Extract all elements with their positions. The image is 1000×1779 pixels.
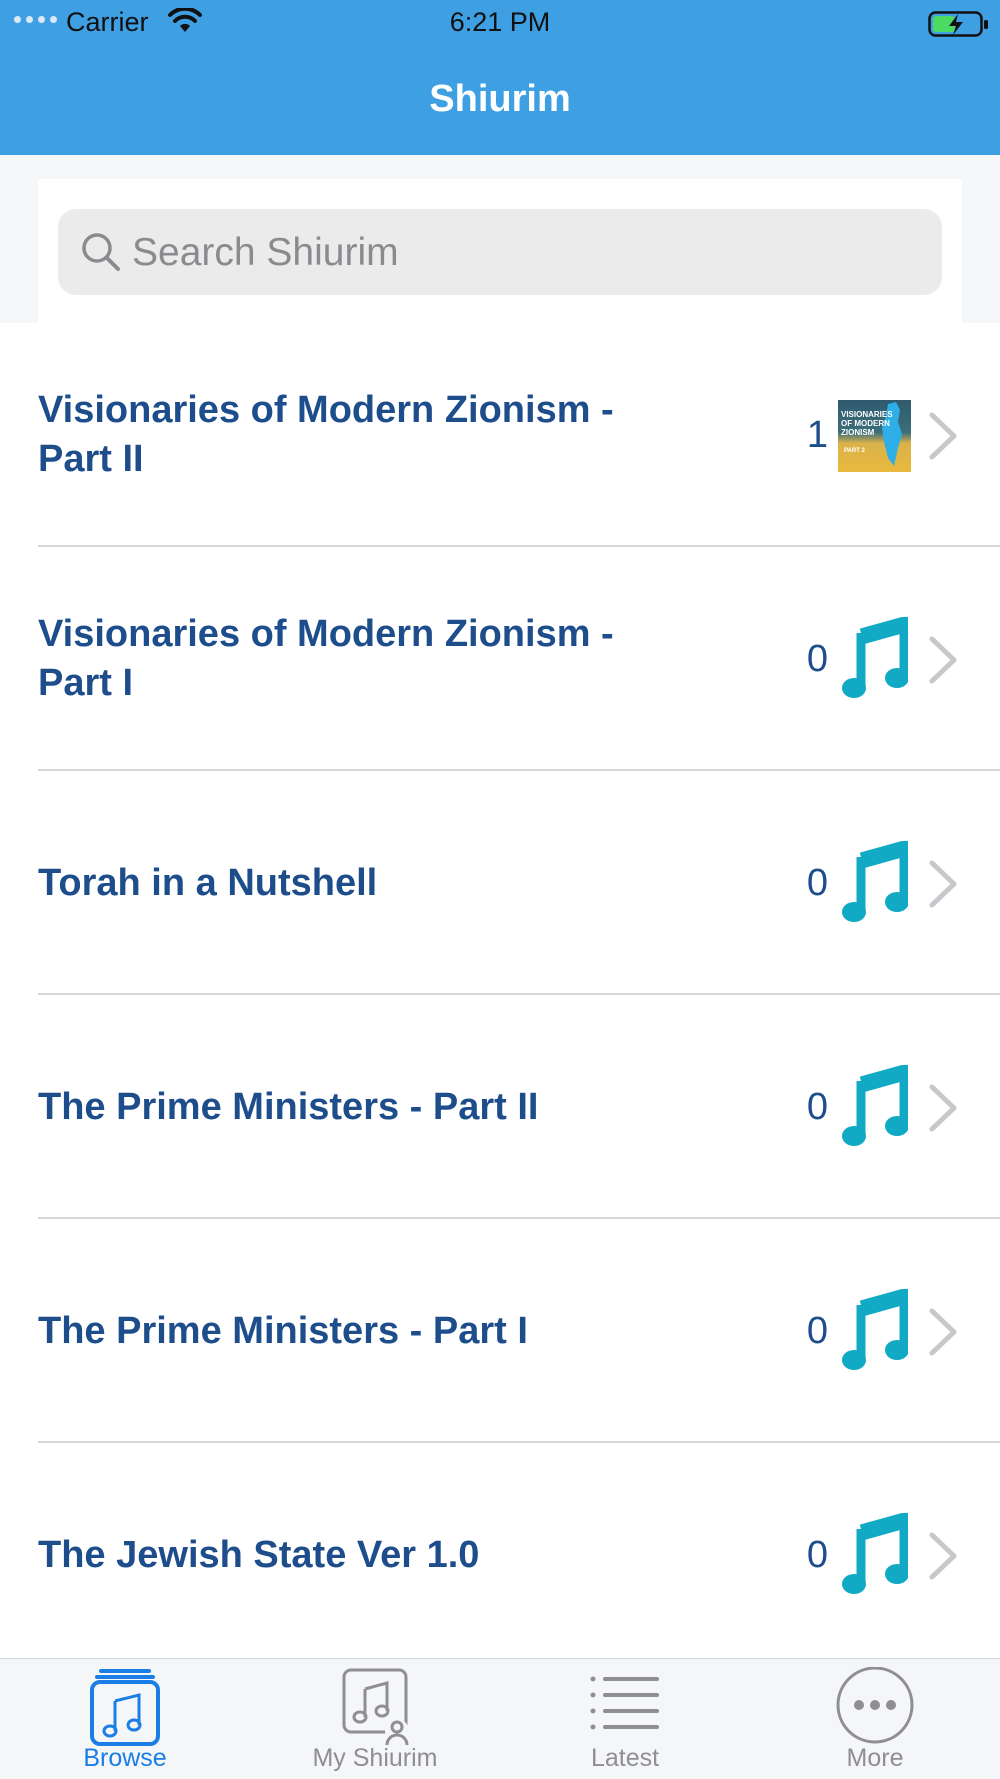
music-note-icon xyxy=(842,841,908,922)
music-note-icon xyxy=(842,1513,908,1594)
music-note-icon xyxy=(842,1289,908,1370)
search-icon xyxy=(82,233,120,271)
search-section xyxy=(0,155,1000,323)
list-item[interactable]: Visionaries of Modern Zionism - Part II … xyxy=(0,323,1000,547)
list-item-title: Torah in a Nutshell xyxy=(38,861,378,904)
shiurim-list: Visionaries of Modern Zionism - Part II … xyxy=(0,323,1000,1667)
tab-browse[interactable]: Browse xyxy=(0,1659,250,1779)
tab-my-shiurim[interactable]: My Shiurim xyxy=(250,1659,500,1779)
list-item[interactable]: Visionaries of Modern Zionism - Part I 0 xyxy=(0,547,1000,771)
search-input[interactable] xyxy=(130,209,914,297)
thumbnail-text-2: OF MODERN xyxy=(841,419,890,428)
list-item-count: 0 xyxy=(806,1085,828,1128)
battery-charging-icon xyxy=(928,11,988,37)
more-icon xyxy=(836,1667,914,1744)
status-bar: Carrier 6:21 PM xyxy=(0,0,1000,48)
music-note-icon xyxy=(842,1065,908,1146)
series-thumbnail-image: VISIONARIES OF MODERN ZIONISM PART 2 xyxy=(838,400,911,472)
tab-label: More xyxy=(846,1744,904,1772)
music-note-icon xyxy=(842,617,908,698)
list-item-count: 0 xyxy=(806,1309,828,1352)
chevron-right-icon xyxy=(929,1532,957,1580)
tab-latest[interactable]: Latest xyxy=(500,1659,750,1779)
tab-label: My Shiurim xyxy=(312,1744,438,1772)
list-item-count: 0 xyxy=(806,1533,828,1576)
chevron-right-icon xyxy=(929,1308,957,1356)
list-item[interactable]: The Prime Ministers - Part I 0 xyxy=(0,1219,1000,1443)
tab-label: Latest xyxy=(590,1744,660,1772)
music-box-icon xyxy=(90,1669,160,1746)
tab-more[interactable]: More xyxy=(750,1659,1000,1779)
tab-label: Browse xyxy=(83,1744,167,1772)
list-item[interactable]: The Jewish State Ver 1.0 0 xyxy=(0,1443,1000,1667)
chevron-right-icon xyxy=(929,412,957,460)
thumbnail-text-1: VISIONARIES xyxy=(841,410,893,419)
list-item-title: The Prime Ministers - Part II xyxy=(38,1085,539,1128)
list-icon xyxy=(590,1676,659,1730)
search-container xyxy=(38,179,962,323)
status-time: 6:21 PM xyxy=(449,7,551,37)
search-bar[interactable] xyxy=(58,209,942,297)
list-item-title: Visionaries of Modern Zionism - Part I xyxy=(38,613,614,704)
my-music-icon xyxy=(342,1668,409,1746)
tab-bar: Browse My Shiurim Latest More xyxy=(0,1658,1000,1779)
chevron-right-icon xyxy=(929,636,957,684)
thumbnail-text-3: ZIONISM xyxy=(841,428,875,437)
list-item-count: 0 xyxy=(806,637,828,680)
list-item-title: The Prime Ministers - Part I xyxy=(38,1309,528,1352)
chevron-right-icon xyxy=(929,1084,957,1132)
list-item[interactable]: The Prime Ministers - Part II 0 xyxy=(0,995,1000,1219)
chevron-right-icon xyxy=(929,860,957,908)
list-item-count: 1 xyxy=(806,413,828,456)
app-header: Carrier 6:21 PM Shiurim xyxy=(0,0,1000,155)
list-item-count: 0 xyxy=(806,861,828,904)
list-item-title: The Jewish State Ver 1.0 xyxy=(38,1533,480,1576)
page-title: Shiurim xyxy=(429,78,571,120)
thumbnail-text-4: PART 2 xyxy=(844,448,866,454)
list-item[interactable]: Torah in a Nutshell 0 xyxy=(0,771,1000,995)
list-item-title: Visionaries of Modern Zionism - Part II xyxy=(38,389,614,480)
